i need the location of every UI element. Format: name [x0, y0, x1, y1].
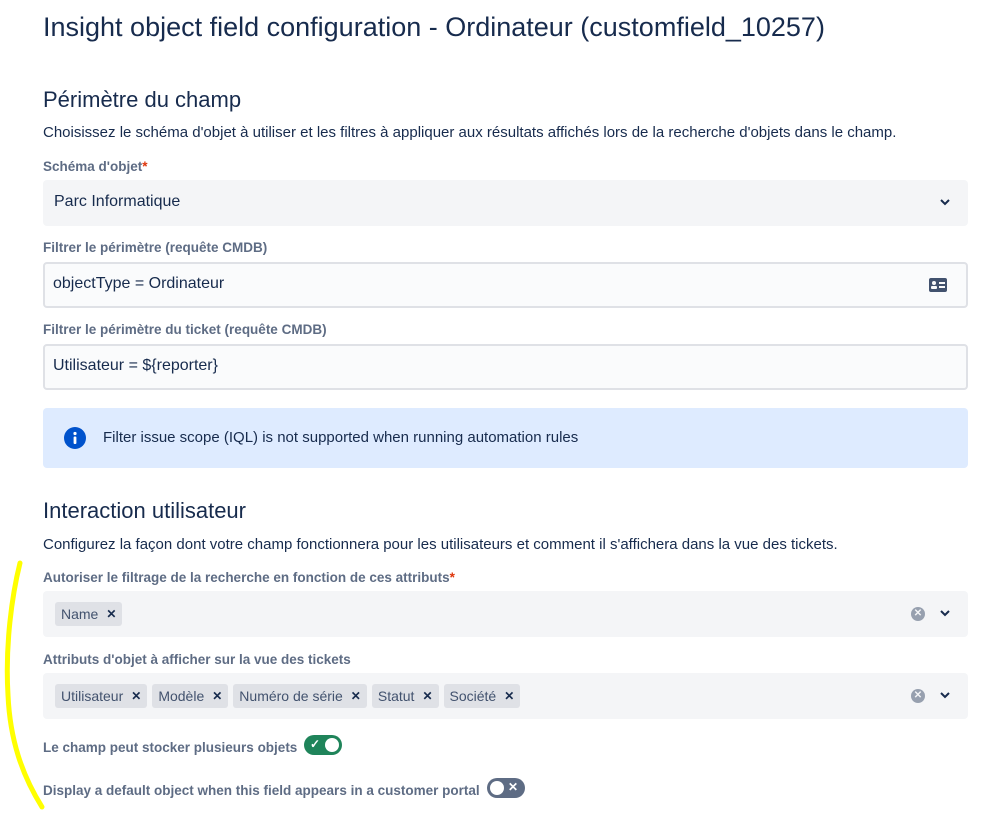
query-editor-icon[interactable]: [928, 276, 948, 294]
default-object-toggle[interactable]: ✕: [487, 778, 525, 798]
tag: Statut ✕: [371, 684, 439, 708]
info-message: Filter issue scope (IQL) is not supporte…: [43, 408, 968, 468]
search-tags: Name ✕: [55, 602, 123, 626]
remove-tag-icon[interactable]: ✕: [106, 607, 116, 621]
remove-tag-icon[interactable]: ✕: [504, 689, 514, 703]
info-text: Filter issue scope (IQL) is not supporte…: [103, 429, 579, 446]
filter-value: objectType = Ordinateur: [53, 275, 225, 292]
page-title: Insight object field configuration - Ord…: [43, 12, 825, 42]
interaction-description: Configurez la façon dont votre champ fon…: [43, 536, 838, 553]
info-icon: [64, 427, 86, 449]
remove-tag-icon[interactable]: ✕: [212, 689, 222, 703]
multi-objects-toggle[interactable]: ✓: [304, 735, 342, 755]
scope-heading: Périmètre du champ: [43, 87, 242, 112]
scope-description: Choisissez le schéma d'objet à utiliser …: [43, 124, 897, 141]
tag: Modèle ✕: [152, 684, 229, 708]
chevron-down-icon[interactable]: [938, 688, 952, 702]
filter-input[interactable]: objectType = Ordinateur: [43, 262, 968, 308]
schema-value: Parc Informatique: [54, 193, 181, 210]
schema-select[interactable]: Parc Informatique: [43, 180, 968, 226]
tag: Société ✕: [443, 684, 521, 708]
tag: Utilisateur ✕: [55, 684, 148, 708]
default-object-label: Display a default object when this field…: [43, 783, 480, 798]
clear-icon[interactable]: ✕: [911, 607, 925, 621]
toggle-knob: [490, 781, 504, 795]
check-icon: ✓: [310, 737, 321, 751]
chevron-down-icon[interactable]: [938, 606, 952, 620]
required-marker: *: [142, 159, 148, 174]
required-marker: *: [449, 570, 455, 585]
display-tags: Utilisateur ✕ Modèle ✕ Numéro de série ✕ St…: [55, 684, 521, 708]
search-attributes-select[interactable]: Name ✕ ✕: [43, 591, 968, 637]
ticket-filter-label: Filtrer le périmètre du ticket (requête …: [43, 322, 327, 337]
tag: Numéro de série ✕: [233, 684, 367, 708]
display-attributes-select[interactable]: Utilisateur ✕ Modèle ✕ Numéro de série ✕ St…: [43, 673, 968, 719]
multi-objects-label: Le champ peut stocker plusieurs objets: [43, 740, 298, 755]
interaction-heading: Interaction utilisateur: [43, 498, 246, 523]
chevron-down-icon[interactable]: [938, 195, 952, 209]
display-attributes-label: Attributs d'objet à afficher sur la vue …: [43, 652, 351, 667]
ticket-filter-input[interactable]: Utilisateur = ${reporter}: [43, 344, 968, 390]
toggle-knob: [325, 738, 339, 752]
remove-tag-icon[interactable]: ✕: [131, 689, 141, 703]
schema-label: Schéma d'objet*: [43, 159, 148, 174]
search-attributes-label: Autoriser le filtrage de la recherche en…: [43, 570, 455, 585]
filter-label: Filtrer le périmètre (requête CMDB): [43, 240, 268, 255]
remove-tag-icon[interactable]: ✕: [422, 689, 432, 703]
clear-icon[interactable]: ✕: [911, 689, 925, 703]
tag: Name ✕: [55, 602, 123, 626]
ticket-filter-value: Utilisateur = ${reporter}: [53, 357, 218, 374]
remove-tag-icon[interactable]: ✕: [351, 689, 361, 703]
cross-icon: ✕: [507, 780, 518, 794]
